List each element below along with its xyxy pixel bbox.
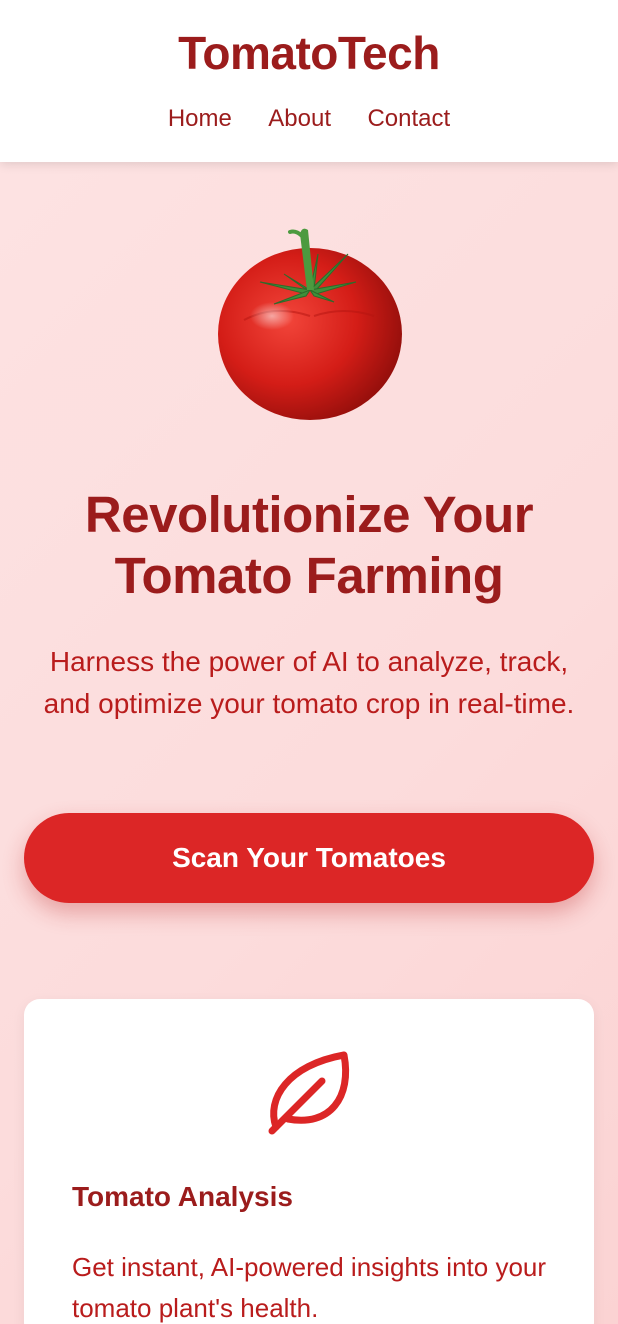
hero-subtext: Harness the power of AI to analyze, trac…	[43, 646, 575, 719]
site-header: TomatoTech Home About Contact	[0, 0, 618, 162]
leaf-icon	[268, 1051, 350, 1135]
feature-card-description: Get instant, AI-powered insights into yo…	[72, 1252, 547, 1323]
nav-link-about[interactable]: About	[268, 105, 331, 133]
nav-link-home[interactable]: Home	[168, 105, 232, 133]
nav-link-contact[interactable]: Contact	[367, 105, 450, 133]
brand-logo-text[interactable]: TomatoTech	[0, 26, 618, 80]
feature-card: Tomato Analysis Get instant, AI-powered …	[24, 999, 594, 1324]
main-nav: Home About Contact	[0, 105, 618, 133]
scan-tomatoes-button[interactable]: Scan Your Tomatoes	[24, 813, 594, 903]
tomato-image	[218, 228, 402, 420]
hero-headline: Revolutionize Your Tomato Farming	[84, 486, 534, 604]
feature-card-title: Tomato Analysis	[72, 1181, 293, 1212]
